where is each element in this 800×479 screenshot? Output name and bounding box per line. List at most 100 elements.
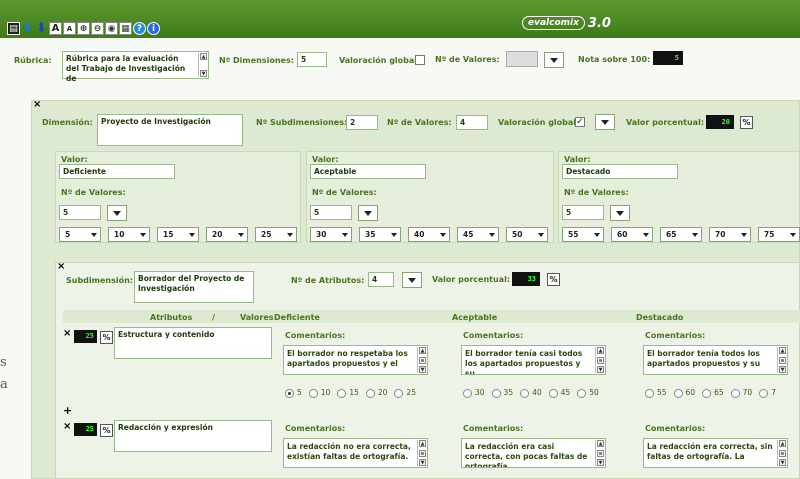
rubric-global-checkbox[interactable] [415,55,425,65]
value-option-select[interactable]: 50 [506,227,548,242]
radio-button[interactable] [337,388,347,398]
comment-field[interactable]: La redacción era casi correcta, con poca… [461,438,606,468]
value-count-dropdown[interactable] [358,205,378,221]
info-icon[interactable]: i [147,22,160,35]
value-count-dropdown[interactable] [107,205,127,221]
radio-button[interactable] [491,388,501,398]
value-name-input[interactable]: Deficiente [59,164,175,179]
radio-button[interactable] [308,388,318,398]
value-count-input[interactable]: 5 [562,205,604,220]
dimension-global-checkbox[interactable]: ✓ [575,117,585,127]
radio-button[interactable] [645,388,654,398]
dimension-values-label: Nº de Valores: [387,118,452,127]
attribute-name-field[interactable]: Redacción y expresión [114,420,272,452]
radio-button[interactable] [365,388,375,398]
radio-button[interactable] [520,388,530,398]
dimension-name-field[interactable]: Proyecto de Investigación [97,114,243,146]
value-option-select[interactable]: 10 [108,227,150,242]
rubric-title-text: Rúbrica para la evaluación del Trabajo d… [66,54,186,83]
rubric-title-scrollbar[interactable]: ▲ ▼ [198,53,207,77]
value-option-select[interactable]: 15 [157,227,199,242]
radio-button[interactable] [759,388,769,398]
radio-button[interactable] [285,388,294,398]
print-icon[interactable]: ▦ [119,22,132,35]
column-aceptable: Aceptable [452,313,498,322]
value-option-select[interactable]: 60 [611,227,653,242]
value-label: Valor: [564,155,591,164]
add-attribute-icon[interactable]: + [63,404,72,417]
comment-field[interactable]: La redacción no era correcta, existían f… [283,438,428,468]
value-count-input[interactable]: 5 [310,205,352,220]
rubric-values-input[interactable] [506,51,538,67]
value-option-select[interactable]: 35 [359,227,401,242]
dimension-global-label: Valoración global [498,118,577,127]
subdimension-attrs-dropdown[interactable] [402,272,422,288]
value-option-select[interactable]: 25 [255,227,297,242]
subdimension-name-field[interactable]: Borrador del Proyecto de Investigación [134,271,254,303]
dimension-values-input[interactable]: 4 [456,115,488,130]
arrow-up-icon[interactable]: ⬆ [21,21,34,36]
comment-scrollbar[interactable]: ▲ ≡ ▼ [417,440,426,466]
value-count-dropdown[interactable] [610,205,630,221]
dimension-global-dropdown[interactable] [595,114,615,130]
comment-field[interactable]: El borrador no respetaba los apartados p… [283,345,428,375]
font-increase-icon[interactable]: A [49,22,62,35]
dimension-percent-button[interactable]: % [740,116,753,129]
value-count-input[interactable]: 5 [59,205,101,220]
font-decrease-icon[interactable]: A [63,22,76,35]
radio-value: 70 [742,388,753,397]
attribute-percent-button[interactable]: % [100,424,113,437]
chevron-down-icon [440,232,446,237]
value-option-select[interactable]: 5 [59,227,101,242]
comment-field[interactable]: El borrador tenía todos los apartados pr… [643,345,788,375]
arrow-down-icon[interactable]: ⬇ [35,21,48,36]
zoom-out-icon[interactable]: ⊖ [91,22,104,35]
comment-scrollbar[interactable]: ▲ ≡ ▼ [595,440,604,466]
radio-button[interactable] [702,388,712,398]
value-option-select[interactable]: 65 [660,227,702,242]
radio-button[interactable] [548,388,558,398]
dimension-close-icon[interactable]: × [33,99,41,110]
radio-button[interactable] [673,388,683,398]
attribute-close-icon[interactable]: × [63,328,71,339]
zoom-in-icon[interactable]: ⊕ [77,22,90,35]
radio-button[interactable] [577,388,587,398]
comment-scrollbar[interactable]: ▲ ≡ ▼ [417,347,426,373]
attribute-percent-button[interactable]: % [100,331,113,344]
radio-group: 5 10 15 20 25 [285,388,423,398]
rubric-dims-input[interactable]: 5 [297,52,327,67]
value-option-select[interactable]: 55 [562,227,604,242]
value-option-select[interactable]: 75 [758,227,800,242]
comment-label: Comentarios: [645,331,706,340]
subdimension-percent-button[interactable]: % [547,273,560,286]
radio-group: 30 35 40 45 50 [463,388,606,398]
chevron-down-icon [489,232,495,237]
subdimension-percent-value: 33 [512,272,540,286]
value-name-input[interactable]: Aceptable [310,164,426,179]
attribute-name-field[interactable]: Estructura y contenido [114,327,272,359]
value-option-select[interactable]: 40 [408,227,450,242]
attribute-close-icon[interactable]: × [63,421,71,432]
subdimension-attrs-input[interactable]: 4 [368,272,394,287]
dimension-subdims-input[interactable]: 2 [346,115,378,130]
value-option-select[interactable]: 20 [206,227,248,242]
subdimension-close-icon[interactable]: × [57,261,65,272]
preview-icon[interactable]: ◉ [105,22,118,35]
value-name-input[interactable]: Destacado [562,164,678,179]
comment-scrollbar[interactable]: ▲ ≡ ▼ [777,347,786,373]
comment-scrollbar[interactable]: ▲ ≡ ▼ [777,440,786,466]
comment-scrollbar[interactable]: ▲ ≡ ▼ [595,347,604,373]
value-option-select[interactable]: 70 [709,227,751,242]
value-option-select[interactable]: 45 [457,227,499,242]
save-icon[interactable]: ▤ [7,22,20,35]
comment-field[interactable]: La redacción era correcta, sin faltas de… [643,438,788,468]
comment-field[interactable]: El borrador tenía casi todos los apartad… [461,345,606,375]
rubric-values-dropdown[interactable] [544,52,564,68]
radio-button[interactable] [730,388,740,398]
radio-button[interactable] [394,388,404,398]
radio-button[interactable] [463,388,472,398]
rubric-values-label: Nº de Valores: [435,55,500,64]
rubric-title-field[interactable]: Rúbrica para la evaluación del Trabajo d… [62,51,209,83]
value-option-select[interactable]: 30 [310,227,352,242]
help-icon[interactable]: ? [133,22,146,35]
